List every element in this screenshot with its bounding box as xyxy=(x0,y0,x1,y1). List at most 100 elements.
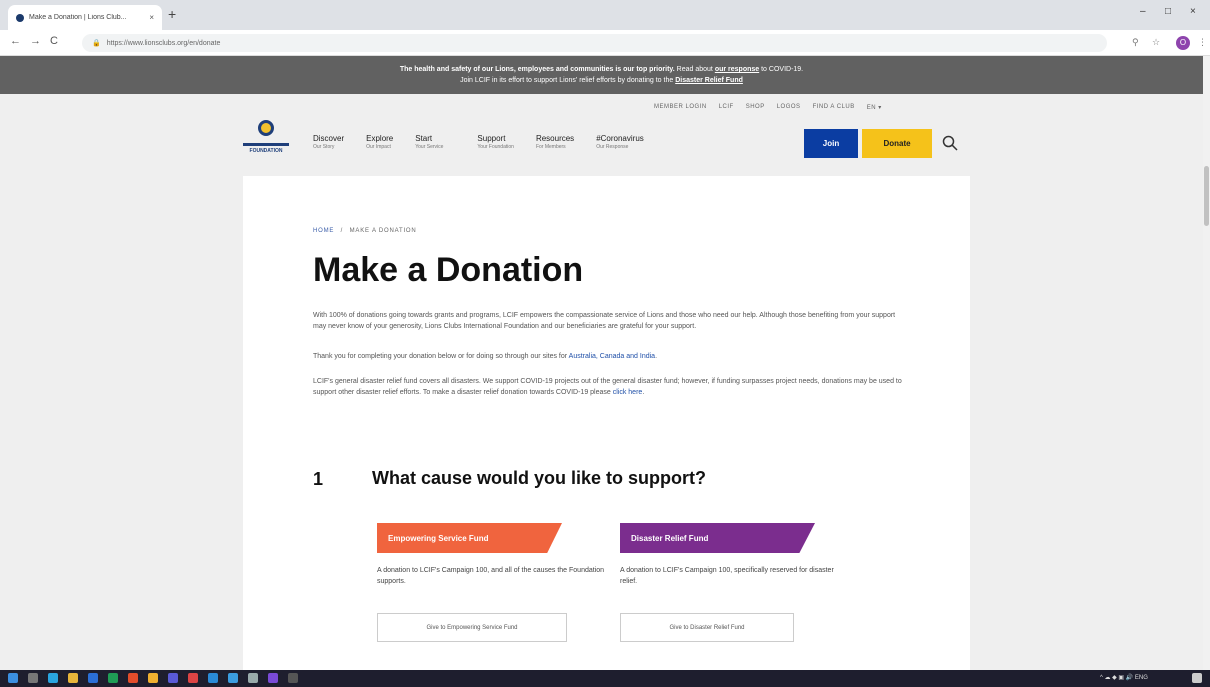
app-icon-purple[interactable] xyxy=(268,673,278,683)
new-tab-button[interactable]: + xyxy=(168,7,176,21)
shop-link[interactable]: SHOP xyxy=(746,104,765,111)
tab-title: Make a Donation | Lions Club... xyxy=(29,14,127,21)
scrollbar-thumb[interactable] xyxy=(1204,166,1209,226)
donate-button[interactable]: Donate xyxy=(862,129,932,158)
file-explorer-icon[interactable] xyxy=(68,673,78,683)
disaster-fund-text: LCIF's general disaster relief fund cove… xyxy=(313,378,902,396)
nav-title: #Coronavirus xyxy=(596,134,644,143)
nav-subtitle: Your Foundation xyxy=(477,144,514,150)
join-button[interactable]: Join xyxy=(804,129,858,158)
nav-subtitle: Your Service xyxy=(415,144,444,150)
address-bar[interactable]: 🔒 https://www.lionsclubs.org/en/donate xyxy=(82,34,1107,52)
lcif-logo[interactable]: FOUNDATION xyxy=(243,120,289,160)
excel-icon[interactable] xyxy=(108,673,118,683)
nav-coronavirus[interactable]: #Coronavirus Our Response xyxy=(596,134,644,150)
alert-line2: Join LCIF in its effort to support Lions… xyxy=(460,77,676,84)
app-icon-red[interactable] xyxy=(188,673,198,683)
empowering-service-fund-tag[interactable]: Empowering Service Fund xyxy=(377,523,562,553)
breadcrumb-home-link[interactable]: HOME xyxy=(313,228,334,234)
lock-icon: 🔒 xyxy=(92,40,101,47)
minimize-icon[interactable]: – xyxy=(1140,6,1146,17)
windows-start-icon[interactable] xyxy=(8,673,18,683)
nav-discover[interactable]: Discover Our Story xyxy=(313,134,344,150)
click-here-link[interactable]: click here xyxy=(613,389,643,396)
regional-sites-end: . xyxy=(655,353,658,360)
nav-subtitle: Our Story xyxy=(313,144,335,150)
lions-seal-icon xyxy=(258,120,274,136)
nav-title: Support xyxy=(477,134,506,143)
tab-close-icon[interactable]: × xyxy=(149,13,154,22)
browser-tab-strip: Make a Donation | Lions Club... × + – □ … xyxy=(0,0,1210,30)
chrome-icon[interactable] xyxy=(148,673,158,683)
teams-icon[interactable] xyxy=(168,673,178,683)
our-response-link[interactable]: our response xyxy=(715,66,759,73)
forward-arrow-icon[interactable]: → xyxy=(30,35,41,47)
nav-subtitle: For Members xyxy=(535,144,566,150)
member-login-link[interactable]: MEMBER LOGIN xyxy=(654,104,707,111)
step-title: What cause would you like to support? xyxy=(372,468,707,488)
utility-links: MEMBER LOGIN LCIF SHOP LOGOS FIND A CLUB… xyxy=(654,104,882,111)
nav-start[interactable]: Start Your Service xyxy=(415,134,443,150)
page-viewport: The health and safety of our Lions, empl… xyxy=(0,56,1210,670)
logos-link[interactable]: LOGOS xyxy=(777,104,801,111)
give-empowering-service-fund-button[interactable]: Give to Empowering Service Fund xyxy=(377,613,567,642)
maximize-icon[interactable]: □ xyxy=(1165,6,1171,17)
page-title: Make a Donation xyxy=(313,251,584,289)
lcif-link[interactable]: LCIF xyxy=(719,104,734,111)
back-arrow-icon[interactable]: ← xyxy=(10,35,21,47)
favicon-icon xyxy=(16,13,24,22)
main-navigation: Discover Our Story Explore Our Impact St… xyxy=(313,134,666,150)
browser-menu-icon[interactable]: ⋮ xyxy=(1198,37,1207,48)
powerpoint-icon[interactable] xyxy=(128,673,138,683)
reload-icon[interactable]: C xyxy=(50,35,58,47)
word-icon[interactable] xyxy=(88,673,98,683)
nav-resources[interactable]: Resources For Members xyxy=(536,134,574,150)
nav-title: Explore xyxy=(366,134,394,143)
step-number: 1 xyxy=(313,469,324,489)
app-icon-dark[interactable] xyxy=(288,673,298,683)
nav-explore[interactable]: Explore Our Impact xyxy=(366,134,393,150)
outlook-icon[interactable] xyxy=(208,673,218,683)
covid-alert-banner: The health and safety of our Lions, empl… xyxy=(0,56,1203,94)
disaster-relief-fund-description: A donation to LCIF's Campaign 100, speci… xyxy=(620,567,834,585)
logo-bar xyxy=(243,143,289,146)
edge-icon[interactable] xyxy=(48,673,58,683)
disaster-relief-fund-link[interactable]: Disaster Relief Fund xyxy=(675,77,743,84)
empowering-service-fund-description: A donation to LCIF's Campaign 100, and a… xyxy=(377,567,605,585)
browser-tab[interactable]: Make a Donation | Lions Club... × xyxy=(8,5,162,30)
browser-toolbar: ← → C 🔒 https://www.lionsclubs.org/en/do… xyxy=(0,30,1210,56)
nav-title: Start xyxy=(415,134,433,143)
language-select[interactable]: EN ▾ xyxy=(867,104,882,111)
site-header: MEMBER LOGIN LCIF SHOP LOGOS FIND A CLUB… xyxy=(0,94,1203,176)
regional-sites-text: Thank you for completing your donation b… xyxy=(313,353,569,360)
bookmark-star-icon[interactable]: ☆ xyxy=(1152,37,1160,48)
page-scrollbar[interactable] xyxy=(1203,56,1210,670)
breadcrumb-separator: / xyxy=(340,228,344,234)
disaster-relief-fund-tag[interactable]: Disaster Relief Fund xyxy=(620,523,815,553)
disaster-fund-paragraph: LCIF's general disaster relief fund cove… xyxy=(313,376,903,398)
find-a-club-link[interactable]: FIND A CLUB xyxy=(813,104,855,111)
breadcrumb: HOME / MAKE A DONATION xyxy=(313,228,417,234)
give-disaster-relief-fund-button[interactable]: Give to Disaster Relief Fund xyxy=(620,613,794,642)
alert-headline: The health and safety of our Lions, empl… xyxy=(399,66,675,73)
app-icon-grey[interactable] xyxy=(248,673,258,683)
search-taskbar-icon[interactable] xyxy=(28,673,38,683)
nav-title: Discover xyxy=(313,134,345,143)
breadcrumb-current: MAKE A DONATION xyxy=(349,228,417,234)
search-icon[interactable] xyxy=(942,135,958,151)
notifications-icon[interactable] xyxy=(1192,673,1202,683)
nav-subtitle: Our Response xyxy=(596,144,629,150)
url-text: https://www.lionsclubs.org/en/donate xyxy=(106,39,221,47)
window-close-icon[interactable]: × xyxy=(1190,6,1196,17)
zoom-icon[interactable]: ⚲ xyxy=(1132,37,1139,48)
regional-sites-link[interactable]: Australia, Canada and India xyxy=(569,353,655,360)
nav-support[interactable]: Support Your Foundation xyxy=(477,134,514,150)
profile-avatar[interactable]: O xyxy=(1176,36,1190,50)
app-icon-blue[interactable] xyxy=(228,673,238,683)
windows-taskbar: ^ ☁ ◆ ▣ 🔊 ENG xyxy=(0,670,1210,687)
nav-title: Resources xyxy=(535,134,575,143)
nav-subtitle: Our Impact xyxy=(366,144,391,150)
system-tray[interactable]: ^ ☁ ◆ ▣ 🔊 ENG xyxy=(1100,674,1148,681)
alert-text: Read about xyxy=(674,66,715,73)
donation-content: HOME / MAKE A DONATION Make a Donation W… xyxy=(243,176,970,670)
